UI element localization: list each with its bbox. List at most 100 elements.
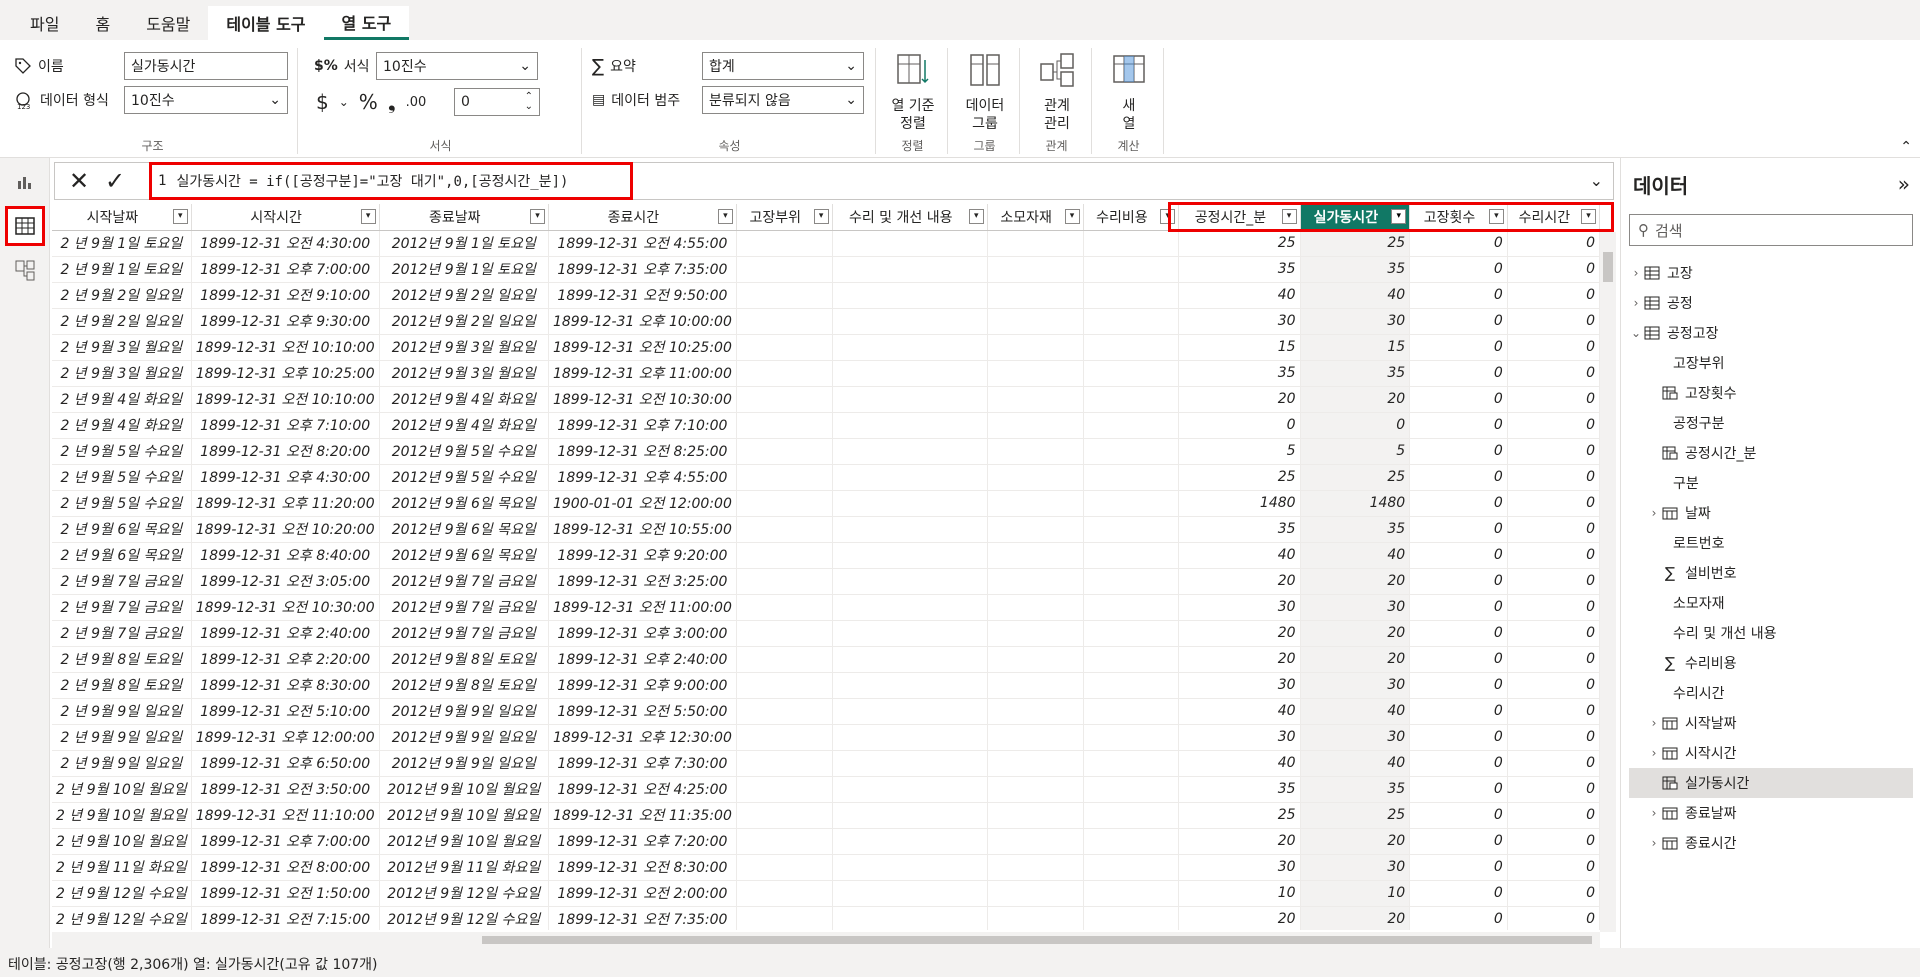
table-cell[interactable] bbox=[736, 334, 833, 361]
field-item[interactable]: › 시작날짜 bbox=[1629, 708, 1913, 738]
table-cell[interactable] bbox=[1083, 750, 1180, 777]
table-cell[interactable] bbox=[1083, 646, 1180, 673]
summary-select[interactable]: 합계 ⌄ bbox=[702, 52, 864, 80]
table-cell[interactable]: 2 년 9월 9일 일요일 bbox=[52, 750, 192, 777]
table-cell[interactable] bbox=[987, 386, 1084, 413]
table-cell[interactable]: 35 bbox=[1300, 256, 1411, 283]
table-cell[interactable] bbox=[736, 880, 833, 907]
scroll-thumb[interactable] bbox=[482, 936, 1592, 944]
table-cell[interactable]: 2 년 9월 5일 수요일 bbox=[52, 490, 192, 517]
table-cell[interactable]: 40 bbox=[1300, 282, 1411, 309]
search-input[interactable]: ⚲ 검색 bbox=[1629, 214, 1913, 246]
table-cell[interactable]: 2012년 9월 4일 화요일 bbox=[379, 386, 549, 413]
table-cell[interactable]: 0 bbox=[1409, 620, 1508, 647]
table-cell[interactable]: 35 bbox=[1178, 516, 1301, 543]
table-cell[interactable] bbox=[1083, 698, 1180, 725]
chevron-down-icon[interactable]: ▾ bbox=[1581, 209, 1596, 224]
table-cell[interactable] bbox=[736, 490, 833, 517]
table-cell[interactable] bbox=[987, 646, 1084, 673]
table-cell[interactable]: 25 bbox=[1178, 802, 1301, 829]
table-cell[interactable]: 1899-12-31 오후 10:00:00 bbox=[548, 308, 737, 335]
table-cell[interactable] bbox=[987, 724, 1084, 751]
table-cell[interactable]: 0 bbox=[1300, 412, 1411, 439]
table-cell[interactable] bbox=[987, 360, 1084, 387]
table-cell[interactable] bbox=[987, 672, 1084, 699]
table-cell[interactable]: 35 bbox=[1300, 360, 1411, 387]
table-cell[interactable]: 20 bbox=[1300, 828, 1411, 855]
table-cell[interactable] bbox=[736, 386, 833, 413]
table-cell[interactable] bbox=[1083, 906, 1180, 930]
table-cell[interactable]: 20 bbox=[1178, 620, 1301, 647]
table-cell[interactable]: 0 bbox=[1409, 646, 1508, 673]
expand-chevron-icon[interactable]: › bbox=[1647, 506, 1661, 520]
table-cell[interactable]: 0 bbox=[1507, 620, 1600, 647]
table-cell[interactable] bbox=[1083, 620, 1180, 647]
table-cell[interactable]: 0 bbox=[1409, 750, 1508, 777]
col-header[interactable]: 수리시간 ▾ bbox=[1507, 204, 1600, 231]
table-cell[interactable]: 40 bbox=[1178, 282, 1301, 309]
stepper-icon[interactable]: ⌃ ⌄ bbox=[525, 92, 533, 112]
table-cell[interactable] bbox=[736, 698, 833, 725]
table-cell[interactable]: 2012년 9월 3일 월요일 bbox=[379, 360, 549, 387]
table-cell[interactable]: 0 bbox=[1409, 906, 1508, 930]
field-item[interactable]: ⌄ 공정고장 bbox=[1629, 318, 1913, 348]
table-cell[interactable]: 1899-12-31 오전 8:20:00 bbox=[191, 438, 380, 465]
field-item[interactable]: 고장횟수 bbox=[1629, 378, 1913, 408]
table-cell[interactable]: 1899-12-31 오전 2:00:00 bbox=[548, 880, 737, 907]
table-cell[interactable] bbox=[987, 594, 1084, 621]
table-cell[interactable]: 0 bbox=[1507, 308, 1600, 335]
table-cell[interactable] bbox=[987, 542, 1084, 569]
table-cell[interactable]: 0 bbox=[1409, 308, 1508, 335]
table-cell[interactable] bbox=[736, 672, 833, 699]
chevron-down-icon[interactable]: ⌄ bbox=[339, 95, 349, 109]
data-view-button[interactable] bbox=[5, 206, 45, 246]
table-cell[interactable]: 40 bbox=[1178, 698, 1301, 725]
chevron-down-icon[interactable]: ▾ bbox=[1281, 209, 1297, 224]
table-cell[interactable]: 0 bbox=[1507, 698, 1600, 725]
table-cell[interactable]: 35 bbox=[1178, 360, 1301, 387]
table-cell[interactable]: 1899-12-31 오후 9:30:00 bbox=[191, 308, 380, 335]
table-cell[interactable]: 1480 bbox=[1178, 490, 1301, 517]
table-cell[interactable] bbox=[987, 490, 1084, 517]
table-cell[interactable]: 2012년 9월 8일 토요일 bbox=[379, 672, 549, 699]
col-header[interactable]: 시작날짜 ▾ bbox=[52, 204, 192, 231]
table-cell[interactable]: 1899-12-31 오후 7:00:00 bbox=[191, 256, 380, 283]
table-cell[interactable]: 1899-12-31 오전 10:10:00 bbox=[191, 334, 380, 361]
table-cell[interactable]: 2012년 9월 7일 금요일 bbox=[379, 620, 549, 647]
table-cell[interactable]: 2 년 9월 8일 토요일 bbox=[52, 672, 192, 699]
table-cell[interactable]: 1899-12-31 오전 10:55:00 bbox=[548, 516, 737, 543]
table-cell[interactable]: 2012년 9월 6일 목요일 bbox=[379, 490, 549, 517]
expand-chevron-icon[interactable]: › bbox=[1629, 296, 1643, 310]
table-cell[interactable] bbox=[987, 230, 1084, 257]
report-view-button[interactable] bbox=[5, 162, 45, 202]
table-cell[interactable] bbox=[736, 438, 833, 465]
table-cell[interactable]: 1899-12-31 오전 9:10:00 bbox=[191, 282, 380, 309]
table-cell[interactable] bbox=[832, 386, 988, 413]
table-cell[interactable] bbox=[736, 516, 833, 543]
chevron-down-icon[interactable]: ▾ bbox=[1391, 209, 1407, 224]
table-cell[interactable]: 35 bbox=[1300, 516, 1411, 543]
table-cell[interactable]: 1899-12-31 오후 12:30:00 bbox=[548, 724, 737, 751]
table-cell[interactable] bbox=[832, 906, 988, 930]
table-cell[interactable]: 35 bbox=[1178, 776, 1301, 803]
table-cell[interactable] bbox=[832, 568, 988, 595]
table-cell[interactable]: 0 bbox=[1507, 230, 1600, 257]
table-cell[interactable]: 0 bbox=[1507, 516, 1600, 543]
table-cell[interactable]: 2012년 9월 2일 일요일 bbox=[379, 308, 549, 335]
field-item[interactable]: ∑ 수리비용 bbox=[1629, 648, 1913, 678]
table-cell[interactable] bbox=[1083, 568, 1180, 595]
table-cell[interactable] bbox=[1083, 386, 1180, 413]
table-cell[interactable]: 2012년 9월 1일 토요일 bbox=[379, 256, 549, 283]
table-cell[interactable]: 20 bbox=[1300, 906, 1411, 930]
table-cell[interactable] bbox=[736, 308, 833, 335]
table-cell[interactable]: 15 bbox=[1300, 334, 1411, 361]
table-cell[interactable]: 0 bbox=[1507, 464, 1600, 491]
table-cell[interactable] bbox=[832, 516, 988, 543]
table-cell[interactable] bbox=[1083, 776, 1180, 803]
table-cell[interactable]: 0 bbox=[1507, 828, 1600, 855]
table-cell[interactable]: 2 년 9월 4일 화요일 bbox=[52, 386, 192, 413]
table-cell[interactable]: 2012년 9월 9일 일요일 bbox=[379, 750, 549, 777]
table-cell[interactable] bbox=[832, 620, 988, 647]
chevron-down-icon[interactable]: ▾ bbox=[717, 209, 733, 224]
table-cell[interactable]: 1900-01-01 오전 12:00:00 bbox=[548, 490, 737, 517]
